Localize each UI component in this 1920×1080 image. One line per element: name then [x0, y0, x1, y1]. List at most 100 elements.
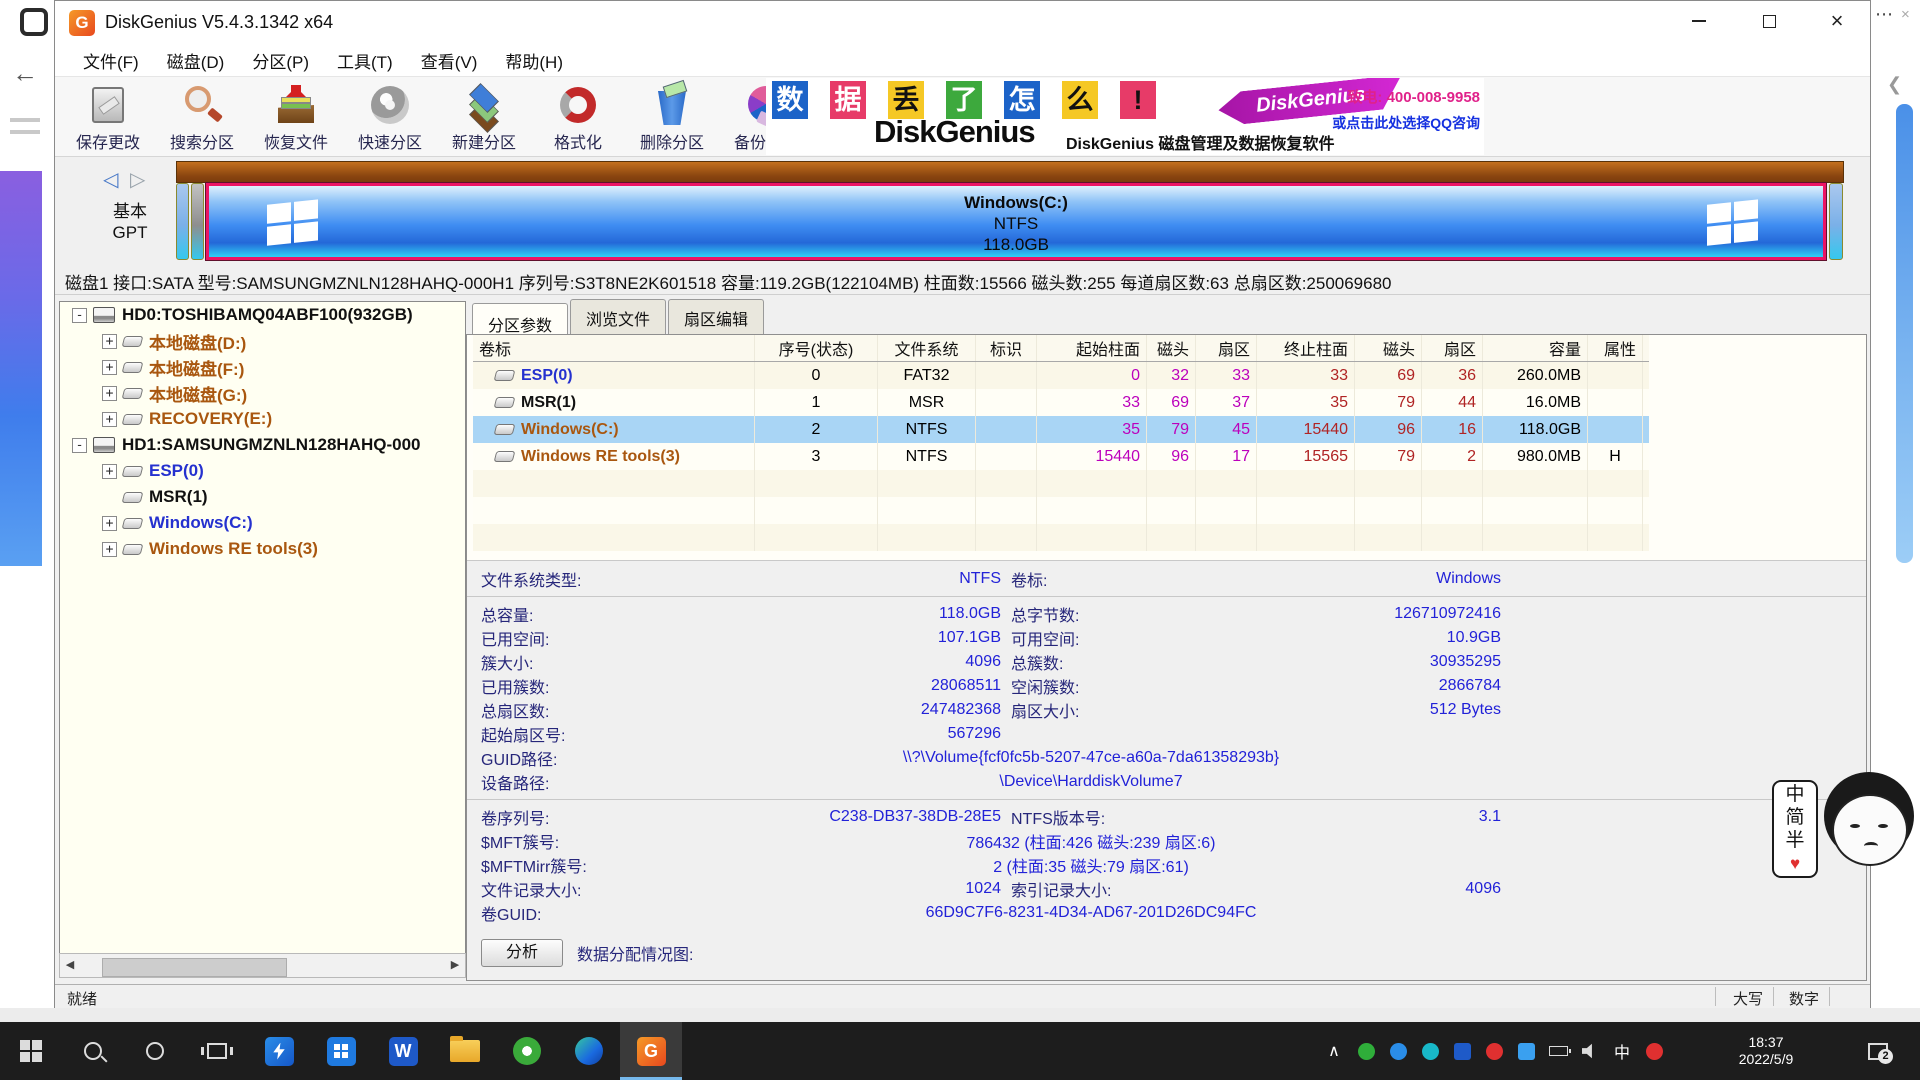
- ime-widget-box[interactable]: 中 简 半 ♥: [1772, 780, 1818, 878]
- toolbar-delete-button[interactable]: 删除分区: [625, 81, 719, 155]
- tree-item-HD1-SAMSUNGMZNLN128HAHQ-000[interactable]: -HD1:SAMSUNGMZNLN128HAHQ-000: [60, 432, 465, 458]
- cell: [1483, 524, 1588, 551]
- battery-icon[interactable]: [1542, 1022, 1574, 1080]
- expander-plus-icon[interactable]: +: [102, 386, 117, 401]
- menu-item-P[interactable]: 分区(P): [240, 45, 321, 76]
- column-header[interactable]: 文件系统: [878, 335, 976, 361]
- tree-item-Windows-C--[interactable]: +Windows(C:): [60, 510, 465, 536]
- toolbar-quick-button[interactable]: 快速分区: [343, 81, 437, 155]
- column-header[interactable]: 扇区: [1196, 335, 1257, 361]
- hidden-icons-chevron[interactable]: ∧: [1318, 1022, 1350, 1080]
- tree-item-ESP-0-[interactable]: +ESP(0): [60, 458, 465, 484]
- maximize-button[interactable]: [1741, 1, 1797, 41]
- tray-app-green[interactable]: [1350, 1022, 1382, 1080]
- tray-app-red[interactable]: [1478, 1022, 1510, 1080]
- expander-plus-icon[interactable]: +: [102, 542, 117, 557]
- expander-plus-icon[interactable]: +: [102, 516, 117, 531]
- tree-item------F--[interactable]: +本地磁盘(F:): [60, 354, 465, 380]
- expander-plus-icon[interactable]: +: [102, 464, 117, 479]
- ime-floating-widget[interactable]: 中 简 半 ♥: [1772, 772, 1920, 880]
- banner-qq-link[interactable]: 或点击此处选择QQ咨询: [1320, 113, 1480, 133]
- pinned-app-store[interactable]: [310, 1022, 372, 1080]
- notification-center-button[interactable]: 2: [1852, 1022, 1904, 1080]
- tab-浏览文件[interactable]: 浏览文件: [570, 299, 666, 335]
- column-header[interactable]: 标识: [976, 335, 1037, 361]
- toolbar-recover-button[interactable]: 恢复文件: [249, 81, 343, 155]
- volume-icon[interactable]: [1574, 1022, 1606, 1080]
- partition-sliver-re-tools[interactable]: [1829, 183, 1843, 260]
- task-view-button[interactable]: [186, 1022, 248, 1080]
- partition-block-windows-c[interactable]: Windows(C:) NTFS 118.0GB: [206, 183, 1826, 260]
- disk-nav-arrows[interactable]: ◁ ▷: [103, 167, 145, 192]
- column-header[interactable]: 磁头: [1147, 335, 1196, 361]
- tree-item-HD0-TOSHIBAMQ04ABF100-932GB-[interactable]: -HD0:TOSHIBAMQ04ABF100(932GB): [60, 302, 465, 328]
- tray-app-snowflake[interactable]: [1510, 1022, 1542, 1080]
- banner-contact[interactable]: 致电: 400-008-9958 或点击此处选择QQ咨询: [1320, 86, 1480, 133]
- pinned-app-edge[interactable]: [558, 1022, 620, 1080]
- column-header[interactable]: 属性: [1588, 335, 1643, 361]
- cortana-button[interactable]: [124, 1022, 186, 1080]
- expander-minus-icon[interactable]: -: [72, 438, 87, 453]
- table-row-Windows-C--[interactable]: Windows(C:)2NTFS357945154409616118.0GB: [473, 416, 1649, 443]
- expander-plus-icon[interactable]: +: [102, 412, 117, 427]
- tree-horizontal-scrollbar[interactable]: ◀ ▶: [59, 953, 466, 978]
- diskgenius-app-icon: G: [69, 10, 95, 36]
- tab-扇区编辑[interactable]: 扇区编辑: [668, 299, 764, 335]
- toolbar-search-button[interactable]: 搜索分区: [155, 81, 249, 155]
- column-header[interactable]: 容量: [1483, 335, 1588, 361]
- minimize-button[interactable]: [1671, 1, 1727, 41]
- scrollbar-thumb[interactable]: [102, 958, 287, 977]
- column-header[interactable]: 扇区: [1422, 335, 1483, 361]
- menu-item-D[interactable]: 磁盘(D): [155, 45, 237, 76]
- toolbar-save-button[interactable]: 保存更改: [61, 81, 155, 155]
- tray-app-sogou[interactable]: [1638, 1022, 1670, 1080]
- ime-indicator[interactable]: 中: [1606, 1022, 1638, 1080]
- table-row-Windows-RE-tools-3-[interactable]: Windows RE tools(3)3NTFS1544096171556579…: [473, 443, 1649, 470]
- pinned-app-browser-green[interactable]: [496, 1022, 558, 1080]
- search-button[interactable]: [62, 1022, 124, 1080]
- pinned-app-explorer[interactable]: [434, 1022, 496, 1080]
- expander-plus-icon[interactable]: +: [102, 334, 117, 349]
- tray-app-bluesquare[interactable]: [1446, 1022, 1478, 1080]
- toolbar-new-button[interactable]: 新建分区: [437, 81, 531, 155]
- tray-app-blue[interactable]: [1382, 1022, 1414, 1080]
- tray-app-teal[interactable]: [1414, 1022, 1446, 1080]
- taskbar-diskgenius[interactable]: G: [620, 1022, 682, 1080]
- tree-item-Windows-RE-tools-3-[interactable]: +Windows RE tools(3): [60, 536, 465, 562]
- scroll-left-icon[interactable]: ◀: [60, 954, 80, 977]
- next-disk-icon[interactable]: ▷: [130, 169, 145, 191]
- menu-item-V[interactable]: 查看(V): [409, 45, 490, 76]
- tree-item-RECOVERY-E--[interactable]: +RECOVERY(E:): [60, 406, 465, 432]
- detail-value: 3.1: [1191, 805, 1501, 829]
- close-button[interactable]: ×: [1809, 1, 1865, 41]
- prev-disk-icon[interactable]: ◁: [103, 169, 118, 191]
- tab-分区参数[interactable]: 分区参数: [472, 303, 568, 335]
- expander-plus-icon[interactable]: +: [102, 360, 117, 375]
- ad-banner[interactable]: !么怎了丢据数 DiskGenius DiskGenius DiskGenius…: [766, 78, 1484, 155]
- pinned-app-bolt[interactable]: [248, 1022, 310, 1080]
- tree-item-MSR-1-[interactable]: MSR(1): [60, 484, 465, 510]
- menu-item-F[interactable]: 文件(F): [71, 45, 151, 76]
- tree-item------D--[interactable]: +本地磁盘(D:): [60, 328, 465, 354]
- pinned-app-word[interactable]: W: [372, 1022, 434, 1080]
- expander-minus-icon[interactable]: -: [72, 308, 87, 323]
- menu-item-T[interactable]: 工具(T): [325, 45, 405, 76]
- taskbar-clock[interactable]: 18:37 2022/5/9: [1718, 1022, 1814, 1080]
- start-button[interactable]: [0, 1022, 62, 1080]
- table-row-MSR-1-[interactable]: MSR(1)1MSR33693735794416.0MB: [473, 389, 1649, 416]
- details-row: 文件系统类型:NTFS卷标:Windows: [481, 567, 1501, 591]
- menu-item-H[interactable]: 帮助(H): [493, 45, 575, 76]
- toolbar-format-button[interactable]: 格式化: [531, 81, 625, 155]
- column-header[interactable]: 终止柱面: [1257, 335, 1355, 361]
- column-header[interactable]: 磁头: [1355, 335, 1422, 361]
- table-row-ESP-0-[interactable]: ESP(0)0FAT3203233336936260.0MB: [473, 362, 1649, 389]
- partition-sliver-msr[interactable]: [191, 183, 204, 260]
- tree-item------G--[interactable]: +本地磁盘(G:): [60, 380, 465, 406]
- column-header[interactable]: 序号(状态): [755, 335, 878, 361]
- column-header[interactable]: 卷标: [473, 335, 755, 361]
- details-row: GUID路径:\\?\Volume{fcf0fc5b-5207-47ce-a60…: [481, 746, 1501, 770]
- partition-sliver-esp[interactable]: [176, 183, 189, 260]
- analyze-button[interactable]: 分析: [481, 939, 563, 967]
- column-header[interactable]: 起始柱面: [1037, 335, 1147, 361]
- scroll-right-icon[interactable]: ▶: [445, 954, 465, 977]
